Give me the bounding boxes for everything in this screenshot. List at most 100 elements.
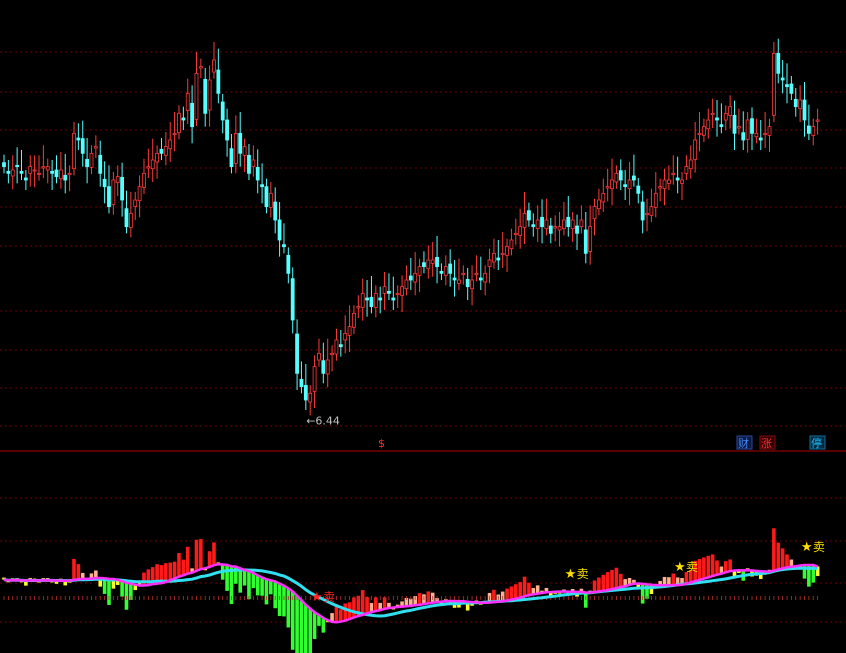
sell-signal-marker: ★ 卖 bbox=[311, 590, 335, 605]
candle-body bbox=[684, 166, 689, 174]
candle-body bbox=[531, 224, 536, 228]
candle-body bbox=[277, 219, 282, 241]
candle-body bbox=[373, 292, 378, 308]
indicator-bar bbox=[76, 564, 81, 580]
candle-body bbox=[798, 99, 803, 110]
candle-body bbox=[496, 257, 501, 261]
indicator-bar bbox=[269, 580, 273, 595]
indicator-bar bbox=[308, 608, 313, 653]
star-icon: ★ bbox=[311, 590, 323, 605]
candle-body bbox=[426, 259, 431, 270]
indicator-bar bbox=[225, 564, 229, 591]
candle-body bbox=[478, 277, 483, 281]
candle-body bbox=[505, 246, 509, 256]
candle-body bbox=[500, 252, 505, 256]
limit-up-icon[interactable]: 涨 bbox=[759, 435, 776, 450]
candle-body bbox=[260, 184, 264, 188]
candle-body bbox=[649, 206, 654, 216]
candle-body bbox=[548, 225, 553, 234]
indicator-bar bbox=[181, 559, 186, 576]
candle-body bbox=[225, 119, 229, 141]
candle-body bbox=[465, 278, 470, 288]
candle-body bbox=[203, 78, 208, 114]
indicator-bar bbox=[723, 561, 728, 573]
indicator-bar bbox=[120, 581, 124, 597]
candle-body bbox=[181, 117, 186, 121]
candle-body bbox=[780, 77, 785, 81]
candle-body bbox=[338, 344, 343, 348]
indicator-bar bbox=[321, 617, 326, 633]
suspend-icon[interactable]: 停 bbox=[809, 435, 826, 450]
candle-body bbox=[701, 126, 706, 136]
candle-body bbox=[168, 139, 173, 150]
candle-body bbox=[365, 297, 369, 301]
candle-body bbox=[509, 239, 514, 250]
indicator-bar bbox=[290, 591, 295, 650]
candle-body bbox=[452, 277, 457, 281]
candle-body bbox=[282, 244, 286, 248]
candle-body bbox=[483, 272, 488, 283]
indicator-bar bbox=[107, 578, 111, 605]
indicator-bar bbox=[697, 559, 702, 580]
sell-signal-marker: ★ 卖 bbox=[565, 567, 589, 582]
candle-body bbox=[286, 254, 291, 274]
candle-body bbox=[98, 154, 103, 174]
candle-body bbox=[308, 392, 313, 403]
candle-body bbox=[706, 119, 711, 130]
candle-body bbox=[618, 170, 623, 181]
candle-body bbox=[15, 164, 20, 168]
candle-body bbox=[557, 226, 562, 231]
candle-body bbox=[356, 306, 361, 309]
sell-label: 卖 bbox=[323, 590, 335, 604]
candle-body bbox=[163, 146, 168, 156]
center-mark: $ bbox=[378, 437, 385, 450]
indicator-bar bbox=[286, 588, 291, 628]
sell-signal-marker: ★ 卖 bbox=[801, 540, 825, 555]
candle-body bbox=[58, 169, 63, 180]
candle-body bbox=[789, 83, 794, 94]
candle-body bbox=[317, 352, 321, 361]
finance-icon[interactable]: 财 bbox=[736, 435, 753, 450]
candle-body bbox=[645, 212, 649, 216]
candle-body bbox=[220, 101, 225, 121]
candle-body bbox=[474, 272, 479, 276]
candle-body bbox=[352, 312, 356, 328]
indicator-bar bbox=[592, 580, 597, 593]
candle-body bbox=[457, 279, 461, 284]
candle-body bbox=[750, 118, 754, 134]
candle-body bbox=[776, 52, 781, 74]
indicator-bar bbox=[780, 548, 785, 569]
candle-body bbox=[343, 332, 348, 341]
indicator-bar bbox=[194, 539, 199, 571]
indicator-bar bbox=[710, 554, 715, 576]
candle-body bbox=[806, 125, 811, 134]
indicator-bar bbox=[518, 582, 522, 598]
candle-body bbox=[544, 219, 549, 230]
candle-body bbox=[242, 146, 247, 156]
candle-body bbox=[671, 172, 676, 176]
candle-body bbox=[207, 79, 212, 111]
candle-body bbox=[741, 132, 746, 141]
candle-body bbox=[19, 170, 24, 174]
indicator-bar bbox=[614, 567, 619, 589]
candle-body bbox=[251, 159, 256, 168]
indicator-bar bbox=[772, 528, 776, 571]
star-icon: ★ bbox=[674, 560, 686, 575]
candle-body bbox=[583, 229, 588, 254]
indicator-bar bbox=[299, 600, 304, 653]
indicator-bar bbox=[671, 573, 676, 586]
candle-body bbox=[732, 114, 737, 134]
candle-body bbox=[535, 219, 540, 230]
candle-body bbox=[597, 199, 601, 210]
candle-body bbox=[710, 112, 715, 116]
candle-body bbox=[229, 148, 234, 168]
indicator-bar bbox=[352, 597, 356, 618]
candle-body bbox=[562, 219, 566, 230]
indicator-bar bbox=[583, 592, 588, 608]
candle-body bbox=[133, 199, 138, 208]
candle-body bbox=[37, 172, 41, 175]
candle-body bbox=[146, 166, 151, 169]
candle-body bbox=[627, 179, 632, 190]
indicator-bar bbox=[715, 560, 719, 575]
candle-body bbox=[758, 137, 763, 141]
